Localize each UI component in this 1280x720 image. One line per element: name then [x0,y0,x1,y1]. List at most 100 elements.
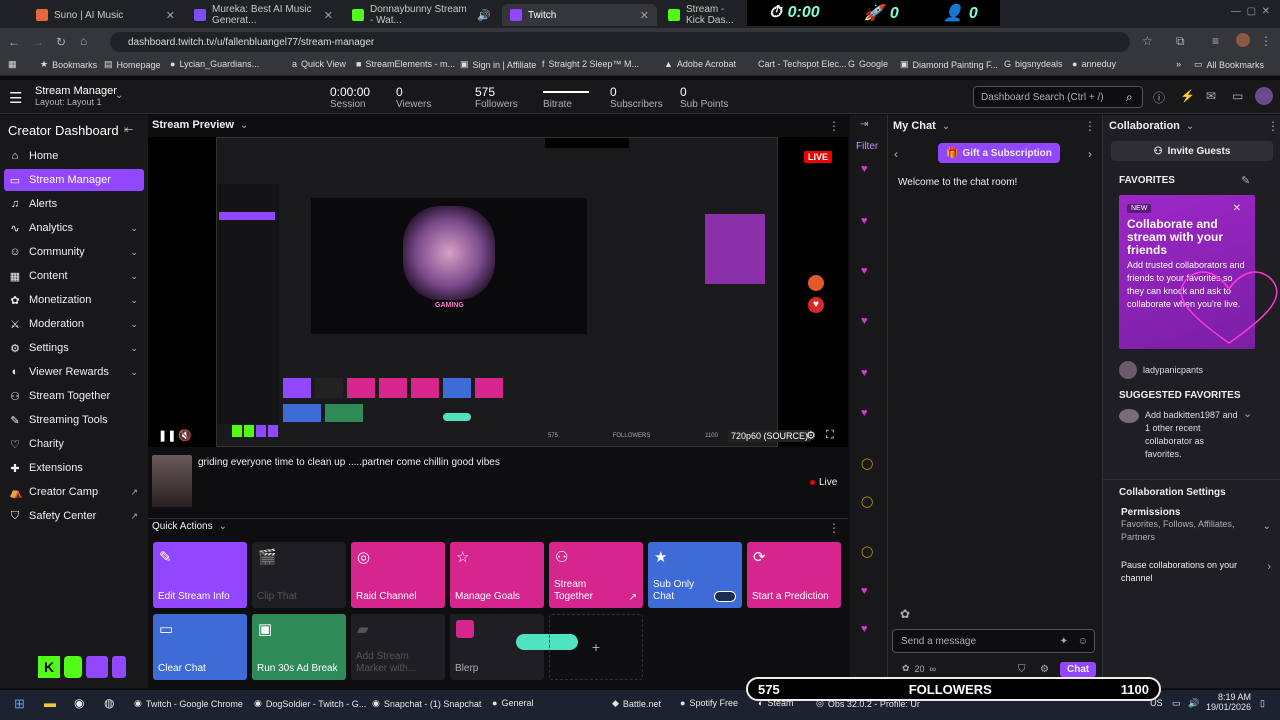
shield-icon[interactable]: ⛉ [1018,664,1026,675]
file-explorer-icon[interactable]: ▬ [44,696,56,710]
chat-header[interactable]: My Chat ⌄ [893,120,950,132]
pause-icon[interactable]: ❚❚ [158,429,176,442]
bookmark-item[interactable]: a Quick View [292,59,346,69]
more-icon[interactable]: ⋮ [1084,119,1096,133]
back-icon[interactable]: ← [8,35,20,49]
quality-badge[interactable]: 720p60 (SOURCE) [728,430,812,442]
window-controls[interactable]: — ▢ ✕ [1231,6,1270,17]
heart-icon[interactable]: ♥ [861,265,868,277]
more-icon[interactable]: ⋮ [828,119,840,133]
profile-avatar[interactable] [1236,33,1250,47]
inbox-icon[interactable]: ✉ [1206,89,1216,103]
chat-bubble-icon[interactable]: ▭ [1232,89,1243,103]
chevron-down-icon[interactable]: ⌄ [115,90,123,101]
chevron-right-icon[interactable]: › [1088,147,1092,161]
heart-icon[interactable]: ♥ [861,215,868,227]
clock-event-icon[interactable]: ◯ [861,495,873,508]
reload-icon[interactable]: ↻ [56,35,66,49]
user-avatar[interactable] [1255,87,1273,105]
volume-icon[interactable]: 🔊 [1188,698,1199,709]
bits-icon[interactable]: ✿ [900,607,910,621]
bookmark-item[interactable]: ★ Bookmarks [40,59,97,70]
filter-link[interactable]: Filter [856,141,878,152]
sidebar-item-stream-together[interactable]: ⚇ Stream Together [4,385,144,407]
windows-start-icon[interactable]: ⊞ [14,696,25,712]
stream-title[interactable]: griding everyone time to clean up .....p… [198,457,500,468]
sidebar-item-extensions[interactable]: ✚ Extensions [4,457,144,479]
sidebar-item-content[interactable]: ▦ Content ⌄ [4,265,144,287]
taskbar-item[interactable]: ● General [492,698,533,708]
browser-tab[interactable]: Stream - Kick Das... [660,4,748,26]
bookmark-item[interactable]: G Google [848,59,888,69]
sidebar-item-viewer-rewards[interactable]: ◐ Viewer Rewards ⌄ [4,361,144,383]
menu-icon[interactable]: ≡ [1212,34,1219,48]
sidebar-item-creator-camp[interactable]: ⛺ Creator Camp ↗ [4,481,144,503]
dashboard-search-input[interactable]: Dashboard Search (Ctrl + /) [973,86,1143,108]
browser-icon[interactable]: ◍ [104,696,114,710]
close-icon[interactable]: ✕ [166,9,175,22]
sidebar-item-community[interactable]: ☺ Community ⌄ [4,241,144,263]
clock[interactable]: 8:19 AM 19/01/2026 [1206,692,1251,712]
pencil-icon[interactable]: ✎ [1241,174,1250,187]
forward-icon[interactable]: → [32,35,44,49]
help-icon[interactable]: ⓘ [1153,89,1165,106]
sub-only-chat-button[interactable]: ★ Sub Only Chat [648,542,742,608]
search-icon[interactable]: ⌕ [1126,90,1133,105]
preview-header[interactable]: Stream Preview ⌄ [152,119,248,131]
mute-icon[interactable]: 🔇 [178,429,192,442]
more-icon[interactable]: ⋮ [828,521,840,535]
extensions-icon[interactable]: ⧉ [1176,34,1185,49]
bookmark-item[interactable]: ▣ Diamond Painting F... [900,59,998,70]
collapse-icon[interactable]: ⇥ [860,119,868,130]
hamburger-icon[interactable]: ☰ [9,89,22,107]
edit-stream-info-button[interactable]: ✎ Edit Stream Info [153,542,247,608]
gear-icon[interactable]: ⚙ [1040,664,1049,675]
bookmark-item[interactable]: Cart - Techspot Elec... [758,59,846,69]
heart-icon[interactable]: ♥ [861,367,868,379]
add-stream-marker-button[interactable]: ▰ Add Stream Marker with... [351,614,445,680]
taskbar-item[interactable]: ◆ Battle.net [612,698,661,709]
emote-icon[interactable]: ☺ [1078,636,1088,647]
run-ad-break-button[interactable]: ▣ Run 30s Ad Break [252,614,346,680]
sidebar-item-streaming-tools[interactable]: ✎ Streaming Tools [4,409,144,431]
browser-tab[interactable]: Mureka: Best AI Music Generat... ✕ [186,4,341,26]
start-prediction-button[interactable]: ⟳ Start a Prediction [747,542,841,608]
sidebar-item-settings[interactable]: ⚙ Settings ⌄ [4,337,144,359]
url-field[interactable]: dashboard.twitch.tv/u/fallenbluangel77/s… [110,32,1130,52]
permissions-row[interactable]: Permissions Favorites, Follows, Affiliat… [1121,507,1271,544]
chat-send-button[interactable]: Chat [1060,662,1097,677]
bookmark-item[interactable]: ▤ Homepage [104,59,161,70]
stream-thumbnail[interactable] [152,455,192,507]
bookmark-item[interactable]: ▣ Sign in | Affiliate [460,59,536,70]
close-icon[interactable]: ✕ [640,9,649,22]
sidebar-item-charity[interactable]: ♡ Charity [4,433,144,455]
more-icon[interactable]: ⋮ [1267,119,1279,133]
chat-input[interactable]: Send a message ✦ ☺ [892,629,1095,653]
clear-chat-button[interactable]: ▭ Clear Chat [153,614,247,680]
sidebar-item-moderation[interactable]: ⚔ Moderation ⌄ [4,313,144,335]
heart-icon[interactable]: ♥ [861,585,868,597]
stream-together-button[interactable]: ⚇ Stream Together ↗ [549,542,643,608]
taskbar-item[interactable]: ◉ Snapchat - (1) Snapchat [372,698,481,709]
browser-tab-active[interactable]: Twitch ✕ [502,4,657,26]
chrome-icon[interactable]: ◉ [74,696,84,710]
collab-header[interactable]: Collaboration ⌄ [1109,120,1194,132]
bookmark-item[interactable]: G bigsnydeals [1004,59,1063,69]
sidebar-item-safety-center[interactable]: ⛉ Safety Center ↗ [4,505,144,527]
bookmark-item[interactable]: ● anneduy [1072,59,1116,69]
speaker-icon[interactable]: 🔊 [477,9,491,22]
favorite-user-row[interactable]: ladypanicpants [1119,361,1203,379]
bookmark-item[interactable]: ■ StreamElements - m... [356,59,455,69]
collapse-icon[interactable]: ⇤ [124,123,133,136]
browser-tab[interactable]: Suno | AI Music ✕ [28,4,183,26]
star-icon[interactable]: ☆ [1142,34,1153,48]
clock-event-icon[interactable]: ◯ [861,457,873,470]
heart-icon[interactable]: ♥ [861,315,868,327]
quick-actions-header[interactable]: Quick Actions ⌄ [152,521,227,532]
notification-icon[interactable]: ▯ [1260,698,1265,709]
clip-that-button[interactable]: 🎬 Clip That [252,542,346,608]
pause-collab-row[interactable]: Pause collaborations on your channel › [1121,559,1271,585]
layout-selector[interactable]: Stream Manager Layout: Layout 1 [35,85,117,107]
close-icon[interactable]: ✕ [1233,203,1241,214]
raid-channel-button[interactable]: ◎ Raid Channel [351,542,445,608]
